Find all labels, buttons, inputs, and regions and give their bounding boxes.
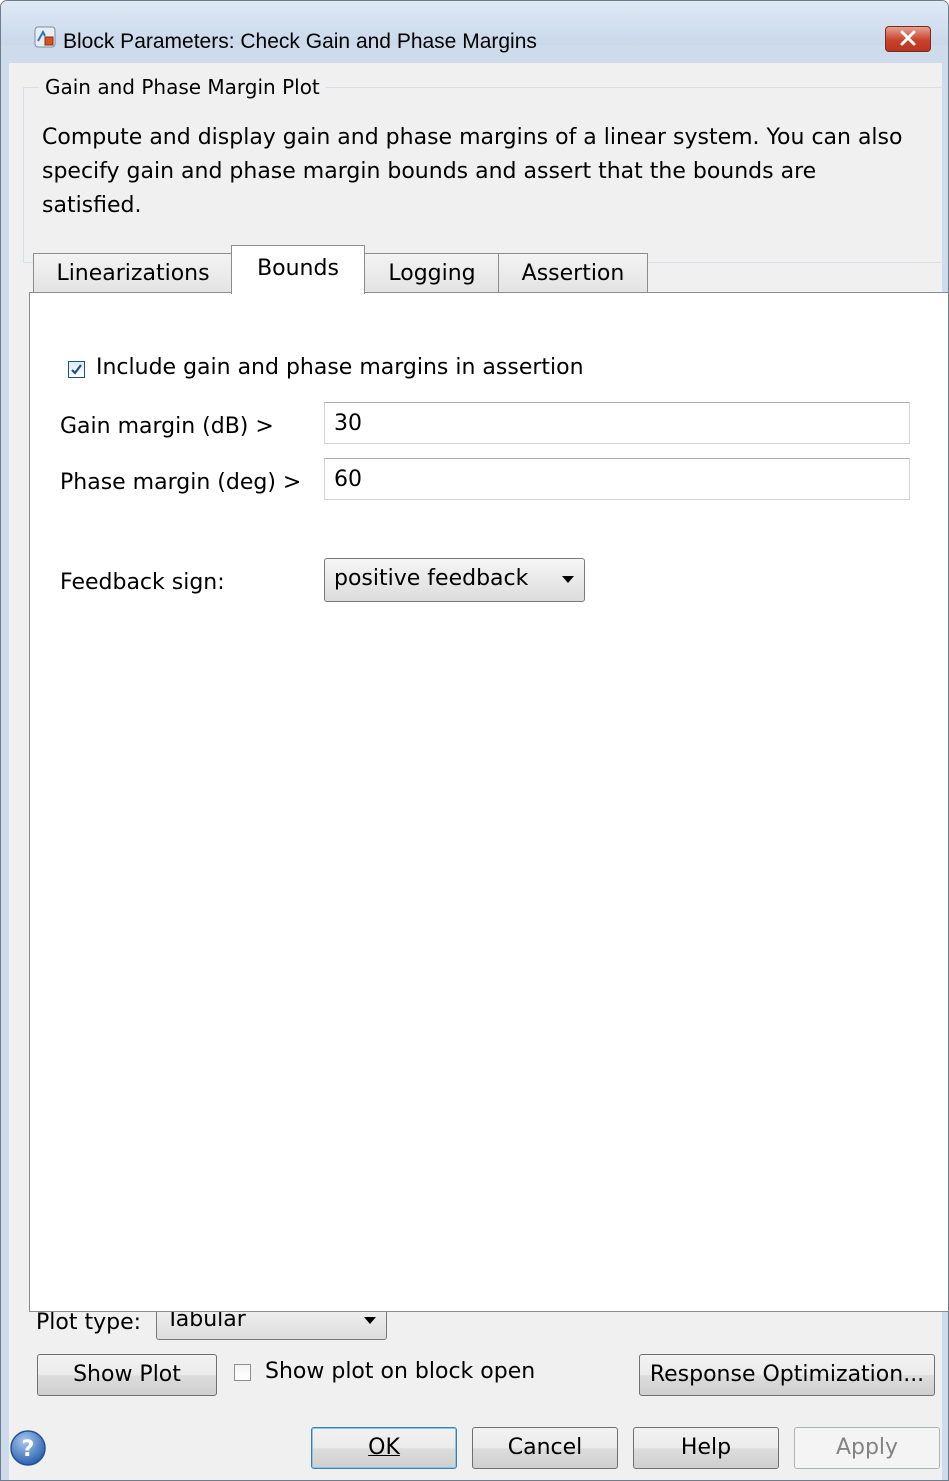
phase-margin-input[interactable]: 60: [324, 458, 910, 500]
include-margins-label[interactable]: Include gain and phase margins in assert…: [96, 355, 584, 380]
simulink-block-icon: [34, 26, 56, 48]
chevron-down-icon: [364, 1317, 376, 1324]
dialog-content: Gain and Phase Margin Plot Compute and d…: [9, 63, 948, 1480]
tab-bounds[interactable]: Bounds: [231, 245, 365, 294]
apply-label: Apply: [835, 1435, 899, 1460]
tab-assertion[interactable]: Assertion: [498, 253, 648, 293]
apply-button[interactable]: Apply: [794, 1427, 940, 1469]
checkmark-icon: [70, 357, 83, 382]
gain-margin-label: Gain margin (dB) >: [60, 414, 274, 439]
chevron-down-icon: [562, 576, 574, 583]
ok-label: OK: [368, 1435, 400, 1460]
show-plot-on-open-label[interactable]: Show plot on block open: [265, 1359, 535, 1384]
cancel-label: Cancel: [507, 1435, 583, 1460]
dialog-window: Block Parameters: Check Gain and Phase M…: [0, 0, 949, 1481]
tab-linearizations[interactable]: Linearizations: [33, 253, 233, 293]
feedback-sign-value: positive feedback: [334, 566, 529, 591]
bounds-panel: Include gain and phase margins in assert…: [29, 292, 948, 1312]
feedback-sign-dropdown[interactable]: positive feedback: [324, 558, 585, 602]
close-icon: [899, 27, 917, 52]
show-plot-button[interactable]: Show Plot: [37, 1354, 217, 1396]
help-label: Help: [680, 1435, 732, 1460]
window-title: Block Parameters: Check Gain and Phase M…: [63, 30, 537, 53]
help-icon[interactable]: ?: [9, 1429, 47, 1467]
plot-type-label: Plot type:: [36, 1310, 142, 1335]
phase-margin-label: Phase margin (deg) >: [60, 470, 302, 495]
svg-text:?: ?: [22, 1437, 35, 1462]
gain-margin-input[interactable]: 30: [324, 402, 910, 444]
cancel-button[interactable]: Cancel: [472, 1427, 618, 1469]
response-optimization-button[interactable]: Response Optimization...: [639, 1354, 935, 1396]
group-title: Gain and Phase Margin Plot: [39, 75, 326, 99]
block-description: Compute and display gain and phase margi…: [42, 125, 903, 218]
tab-logging[interactable]: Logging: [364, 253, 500, 293]
close-button[interactable]: [885, 26, 931, 52]
show-plot-on-open-checkbox[interactable]: [234, 1364, 251, 1381]
ok-button[interactable]: OK: [311, 1427, 457, 1469]
include-margins-checkbox[interactable]: [68, 361, 85, 378]
feedback-sign-label: Feedback sign:: [60, 570, 225, 595]
help-button[interactable]: Help: [633, 1427, 779, 1469]
title-bar[interactable]: Block Parameters: Check Gain and Phase M…: [1, 1, 948, 53]
